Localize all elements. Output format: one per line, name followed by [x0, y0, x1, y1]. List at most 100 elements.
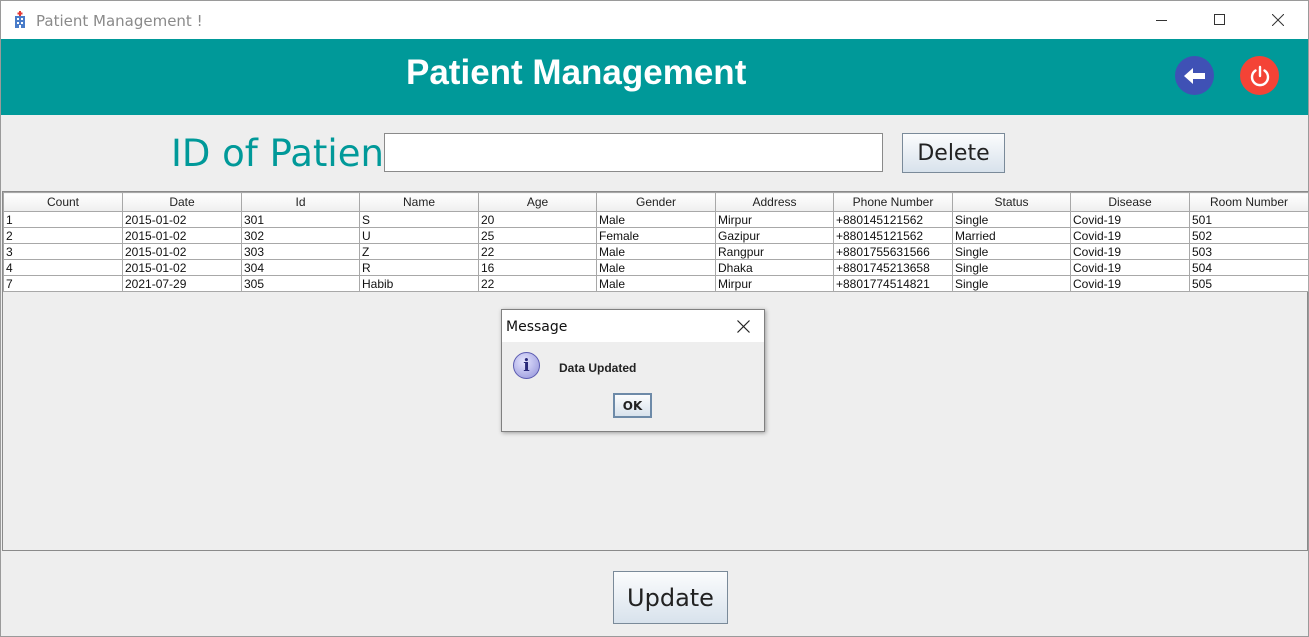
table-row[interactable]: 4 2015-01-02 304 R 16 Male Dhaka +8801745213658… [3, 259, 1309, 276]
table-cell[interactable]: 2015-01-02 [122, 243, 242, 260]
table-row[interactable]: 3 2015-01-02 303 Z 22 Male Rangpur +88017556315… [3, 243, 1309, 260]
table-cell[interactable]: 22 [478, 275, 597, 292]
ok-button[interactable]: OK [613, 393, 652, 418]
patient-id-label: ID of Patient [171, 132, 399, 175]
column-header[interactable]: Count [3, 192, 123, 212]
delete-button[interactable]: Delete [902, 133, 1005, 173]
table-cell[interactable]: 505 [1189, 275, 1309, 292]
column-header[interactable]: Address [715, 192, 834, 212]
table-cell[interactable]: Rangpur [715, 243, 834, 260]
table-cell[interactable]: 16 [478, 259, 597, 276]
table-cell[interactable]: 4 [3, 259, 123, 276]
update-button[interactable]: Update [613, 571, 728, 624]
table-cell[interactable]: 1 [3, 211, 123, 228]
table-cell[interactable]: Male [596, 259, 716, 276]
table-cell[interactable]: +8801755631566 [833, 243, 953, 260]
table-cell[interactable]: Married [952, 227, 1071, 244]
dialog-close-button[interactable] [730, 315, 756, 337]
table-row[interactable]: 1 2015-01-02 301 S 20 Male Mirpur +880145121562… [3, 211, 1309, 228]
table-cell[interactable]: 2015-01-02 [122, 227, 242, 244]
table-cell[interactable]: 501 [1189, 211, 1309, 228]
dialog-message: Data Updated [559, 361, 637, 375]
maximize-button[interactable] [1191, 1, 1249, 39]
table-cell[interactable]: Gazipur [715, 227, 834, 244]
patient-table: Count Date Id Name Age Gender Address Phone Num… [3, 192, 1309, 292]
table-cell[interactable]: Covid-19 [1070, 211, 1190, 228]
column-header[interactable]: Room Number [1189, 192, 1309, 212]
table-cell[interactable]: Single [952, 243, 1071, 260]
table-cell[interactable]: 504 [1189, 259, 1309, 276]
table-cell[interactable]: 302 [241, 227, 360, 244]
table-cell[interactable]: Mirpur [715, 275, 834, 292]
column-header[interactable]: Id [241, 192, 360, 212]
table-cell[interactable]: U [359, 227, 479, 244]
table-cell[interactable]: S [359, 211, 479, 228]
table-cell[interactable]: Z [359, 243, 479, 260]
minimize-button[interactable] [1133, 1, 1191, 39]
table-cell[interactable]: 305 [241, 275, 360, 292]
power-icon [1250, 65, 1269, 86]
table-cell[interactable]: 7 [3, 275, 123, 292]
table-cell[interactable]: 503 [1189, 243, 1309, 260]
table-cell[interactable]: Dhaka [715, 259, 834, 276]
column-header[interactable]: Name [359, 192, 479, 212]
table-cell[interactable]: Covid-19 [1070, 227, 1190, 244]
app-window: Patient Management ! Patient Management … [0, 0, 1309, 637]
column-header[interactable]: Phone Number [833, 192, 953, 212]
table-cell[interactable]: +880145121562 [833, 227, 953, 244]
maximize-icon [1214, 14, 1225, 25]
table-cell[interactable]: 2015-01-02 [122, 211, 242, 228]
table-cell[interactable]: Male [596, 211, 716, 228]
arrow-left-icon [1183, 67, 1205, 84]
close-window-button[interactable] [1249, 1, 1307, 39]
dialog-title-bar[interactable]: Message [502, 310, 764, 342]
table-cell[interactable]: 502 [1189, 227, 1309, 244]
table-cell[interactable]: Mirpur [715, 211, 834, 228]
table-row[interactable]: 2 2015-01-02 302 U 25 Female Gazipur +880145121… [3, 227, 1309, 244]
table-cell[interactable]: Covid-19 [1070, 275, 1190, 292]
table-cell[interactable]: Single [952, 211, 1071, 228]
window-title: Patient Management ! [36, 12, 203, 30]
table-cell[interactable]: 2015-01-02 [122, 259, 242, 276]
message-dialog: Message i Data Updated OK [501, 309, 765, 432]
table-cell[interactable]: 301 [241, 211, 360, 228]
patient-id-input[interactable] [384, 133, 883, 172]
table-cell[interactable]: 3 [3, 243, 123, 260]
table-cell[interactable]: 2021-07-29 [122, 275, 242, 292]
minimize-icon [1156, 20, 1167, 21]
table-cell[interactable]: +8801774514821 [833, 275, 953, 292]
column-header[interactable]: Date [122, 192, 242, 212]
table-row[interactable]: 7 2021-07-29 305 Habib 22 Male Mirpur +88017745… [3, 275, 1309, 292]
dialog-title: Message [506, 319, 568, 335]
power-button[interactable] [1240, 56, 1279, 95]
table-cell[interactable]: Female [596, 227, 716, 244]
table-cell[interactable]: Covid-19 [1070, 243, 1190, 260]
title-bar[interactable]: Patient Management ! [1, 1, 1308, 39]
column-header[interactable]: Status [952, 192, 1071, 212]
header-banner: Patient Management [1, 39, 1308, 115]
table-cell[interactable]: 2 [3, 227, 123, 244]
table-cell[interactable]: 22 [478, 243, 597, 260]
table-cell[interactable]: Single [952, 275, 1071, 292]
table-cell[interactable]: Habib [359, 275, 479, 292]
close-icon [1272, 14, 1284, 26]
table-cell[interactable]: R [359, 259, 479, 276]
table-cell[interactable]: Single [952, 259, 1071, 276]
table-cell[interactable]: +8801745213658 [833, 259, 953, 276]
table-cell[interactable]: 20 [478, 211, 597, 228]
back-button[interactable] [1175, 56, 1214, 95]
table-cell[interactable]: 25 [478, 227, 597, 244]
table-cell[interactable]: 304 [241, 259, 360, 276]
table-cell[interactable]: Male [596, 243, 716, 260]
column-header[interactable]: Gender [596, 192, 716, 212]
column-header[interactable]: Age [478, 192, 597, 212]
close-icon [736, 319, 750, 333]
table-cell[interactable]: +880145121562 [833, 211, 953, 228]
info-icon: i [513, 352, 540, 379]
table-cell[interactable]: Covid-19 [1070, 259, 1190, 276]
table-cell[interactable]: 303 [241, 243, 360, 260]
hospital-app-icon [15, 11, 25, 28]
page-title: Patient Management [406, 53, 747, 92]
column-header[interactable]: Disease [1070, 192, 1190, 212]
table-cell[interactable]: Male [596, 275, 716, 292]
